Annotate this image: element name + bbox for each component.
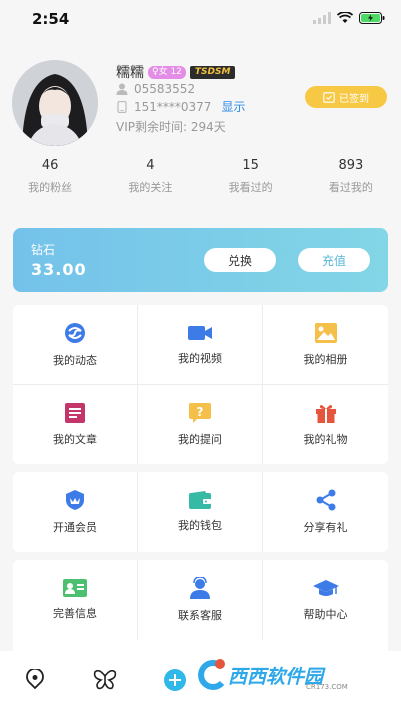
- video-icon: [188, 325, 212, 340]
- menu-my-videos[interactable]: 我的视频: [138, 305, 263, 385]
- tab-nearby[interactable]: [0, 660, 70, 700]
- menu-complete-info[interactable]: 完善信息: [13, 560, 138, 640]
- article-icon: [65, 403, 85, 423]
- menu-my-album[interactable]: 我的相册: [263, 305, 388, 385]
- menu-label: 我的钱包: [178, 519, 222, 532]
- show-phone-link[interactable]: 显示: [221, 98, 245, 115]
- stat-label: 我的粉丝: [28, 181, 73, 194]
- phone-icon: [117, 100, 127, 113]
- menu-label: 我的相册: [303, 352, 348, 366]
- service-menu-card: 开通会员 我的钱包 分享有礼: [13, 472, 388, 552]
- stat-viewed[interactable]: 15 我看过的: [201, 158, 301, 195]
- stat-label: 看过我的: [328, 181, 373, 194]
- share-icon: [316, 489, 335, 511]
- stat-label: 我看过的: [228, 181, 273, 194]
- watermark-domain: CR173.COM: [306, 683, 348, 691]
- butterfly-icon: [93, 670, 117, 690]
- svg-text:?: ?: [197, 405, 204, 419]
- stat-label: 我的关注: [128, 181, 173, 194]
- help-center-icon: [312, 580, 339, 596]
- moments-icon: [65, 322, 85, 343]
- user-icon: [116, 83, 128, 95]
- stat-number: 4: [146, 158, 155, 173]
- nickname-row: 糯糯 ♀女 12 TSDSM: [116, 62, 236, 82]
- menu-share-rewards[interactable]: 分享有礼: [263, 472, 388, 552]
- sign-in-label: 已签到: [339, 93, 369, 105]
- vip-icon: [66, 490, 84, 510]
- nickname: 糯糯: [116, 65, 144, 81]
- status-time: 2:54: [32, 10, 70, 28]
- menu-help-center[interactable]: 帮助中心: [263, 560, 388, 640]
- stat-following[interactable]: 4 我的关注: [100, 158, 200, 195]
- status-icons: [313, 12, 385, 24]
- phone-row: 151****0377 显示: [116, 98, 245, 115]
- calendar-check-icon: [323, 92, 335, 103]
- add-icon: [164, 669, 186, 691]
- profile-section: 糯糯 ♀女 12 TSDSM 05583552 151****0377 显示 V…: [0, 40, 401, 150]
- phone-number: 151****0377: [134, 99, 212, 114]
- gift-icon: [315, 405, 336, 423]
- sign-in-button[interactable]: 已签到: [305, 86, 387, 108]
- menu-my-questions[interactable]: ? 我的提问: [138, 385, 263, 464]
- stats-row: 46 我的粉丝 4 我的关注 15 我看过的 893 看过我的: [0, 158, 401, 195]
- menu-label: 开通会员: [53, 521, 97, 534]
- album-icon: [314, 322, 337, 343]
- wallet-icon: [189, 491, 211, 509]
- stat-number: 893: [338, 158, 364, 173]
- menu-my-gifts[interactable]: 我的礼物: [263, 385, 388, 464]
- signal-icon: [313, 12, 331, 24]
- user-id: 05583552: [134, 82, 196, 96]
- vip-remaining: VIP剩余时间: 294天: [116, 120, 226, 134]
- menu-contact-service[interactable]: 联系客服: [138, 560, 263, 640]
- menu-label: 分享有礼: [303, 521, 348, 534]
- recharge-button[interactable]: 充值: [298, 248, 370, 272]
- watermark-logo: [198, 659, 225, 690]
- avatar-image: [12, 60, 98, 146]
- stat-number: 46: [41, 158, 59, 173]
- menu-my-moments[interactable]: 我的动态: [13, 305, 138, 385]
- avatar[interactable]: [12, 60, 98, 146]
- wifi-icon: [337, 12, 353, 23]
- diamond-balance: 33.00: [31, 260, 87, 279]
- battery-icon: [359, 12, 385, 24]
- question-icon: ?: [189, 403, 211, 423]
- profile-card-icon: [63, 579, 87, 597]
- location-icon: [26, 669, 44, 690]
- watermark: 西西软件园 CR173.COM: [196, 657, 348, 693]
- menu-my-wallet[interactable]: 我的钱包: [138, 472, 263, 552]
- content-menu-card: 我的动态 我的视频 我的相册 我的文章 ? 我的提问 我的礼物: [13, 305, 388, 464]
- menu-open-vip[interactable]: 开通会员: [13, 472, 138, 552]
- user-id-row: 05583552: [116, 82, 195, 96]
- menu-label: 我的动态: [53, 353, 97, 367]
- menu-label: 完善信息: [53, 607, 97, 620]
- stat-number: 15: [242, 158, 259, 173]
- tab-discover[interactable]: [70, 660, 140, 700]
- sex-age-badge: ♀女 12: [148, 65, 186, 79]
- menu-label: 帮助中心: [303, 608, 348, 621]
- stat-fans[interactable]: 46 我的粉丝: [0, 158, 100, 195]
- stat-visitors[interactable]: 893 看过我的: [301, 158, 401, 195]
- title-badge: TSDSM: [189, 65, 236, 79]
- diamond-title: 钻石: [31, 243, 56, 257]
- customer-service-icon: [190, 577, 210, 599]
- status-bar: 2:54: [0, 0, 401, 40]
- menu-label: 我的提问: [178, 433, 222, 446]
- menu-label: 联系客服: [178, 609, 222, 622]
- menu-my-articles[interactable]: 我的文章: [13, 385, 138, 464]
- menu-label: 我的礼物: [303, 433, 348, 446]
- exchange-button[interactable]: 兑换: [204, 248, 276, 272]
- menu-label: 我的文章: [53, 433, 97, 446]
- support-menu-card: 完善信息 联系客服 帮助中心: [13, 560, 388, 660]
- menu-label: 我的视频: [178, 351, 222, 365]
- diamond-card: 钻石 33.00 兑换 充值: [13, 228, 388, 292]
